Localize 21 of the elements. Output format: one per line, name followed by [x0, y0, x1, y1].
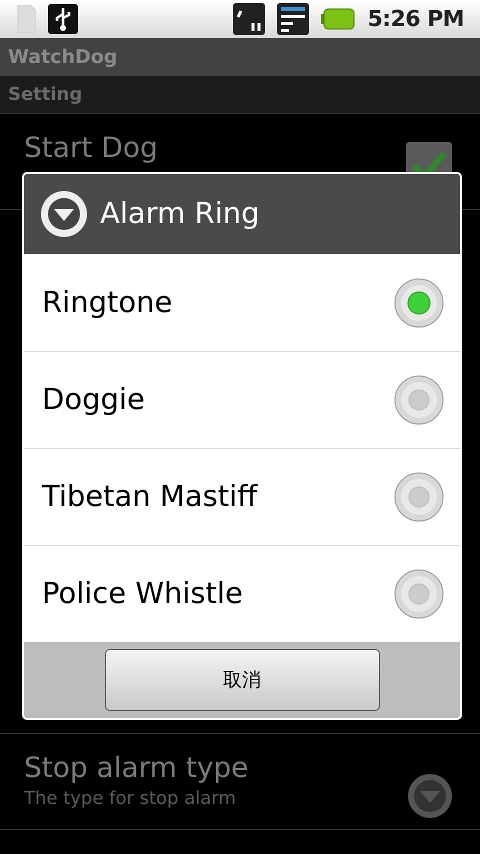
- section-header: Setting: [8, 83, 82, 107]
- setting-title: Start Dog: [24, 130, 158, 165]
- option-label: Tibetan Mastiff: [42, 478, 258, 516]
- signal-bars-icon: [277, 3, 310, 35]
- dialog-title: Alarm Ring: [100, 195, 260, 232]
- option-label: Ringtone: [42, 284, 172, 321]
- option-label: Doggie: [42, 381, 145, 418]
- setting-summary: The type for stop alarm: [24, 787, 237, 811]
- radio-button[interactable]: [394, 278, 444, 328]
- app-title: WatchDog: [8, 44, 118, 70]
- usb-icon: [48, 4, 78, 34]
- radio-button[interactable]: [394, 375, 444, 425]
- battery-icon: [321, 8, 356, 30]
- radio-button[interactable]: [394, 472, 444, 522]
- setting-title: Stop alarm type: [24, 750, 248, 785]
- data-signal-icon: [233, 3, 266, 35]
- sd-card-icon: [16, 5, 36, 33]
- cancel-button[interactable]: 取消: [104, 649, 380, 711]
- option-label: Police Whistle: [42, 575, 243, 612]
- radio-button[interactable]: [394, 569, 444, 619]
- clock: 5:26 PM: [367, 6, 464, 34]
